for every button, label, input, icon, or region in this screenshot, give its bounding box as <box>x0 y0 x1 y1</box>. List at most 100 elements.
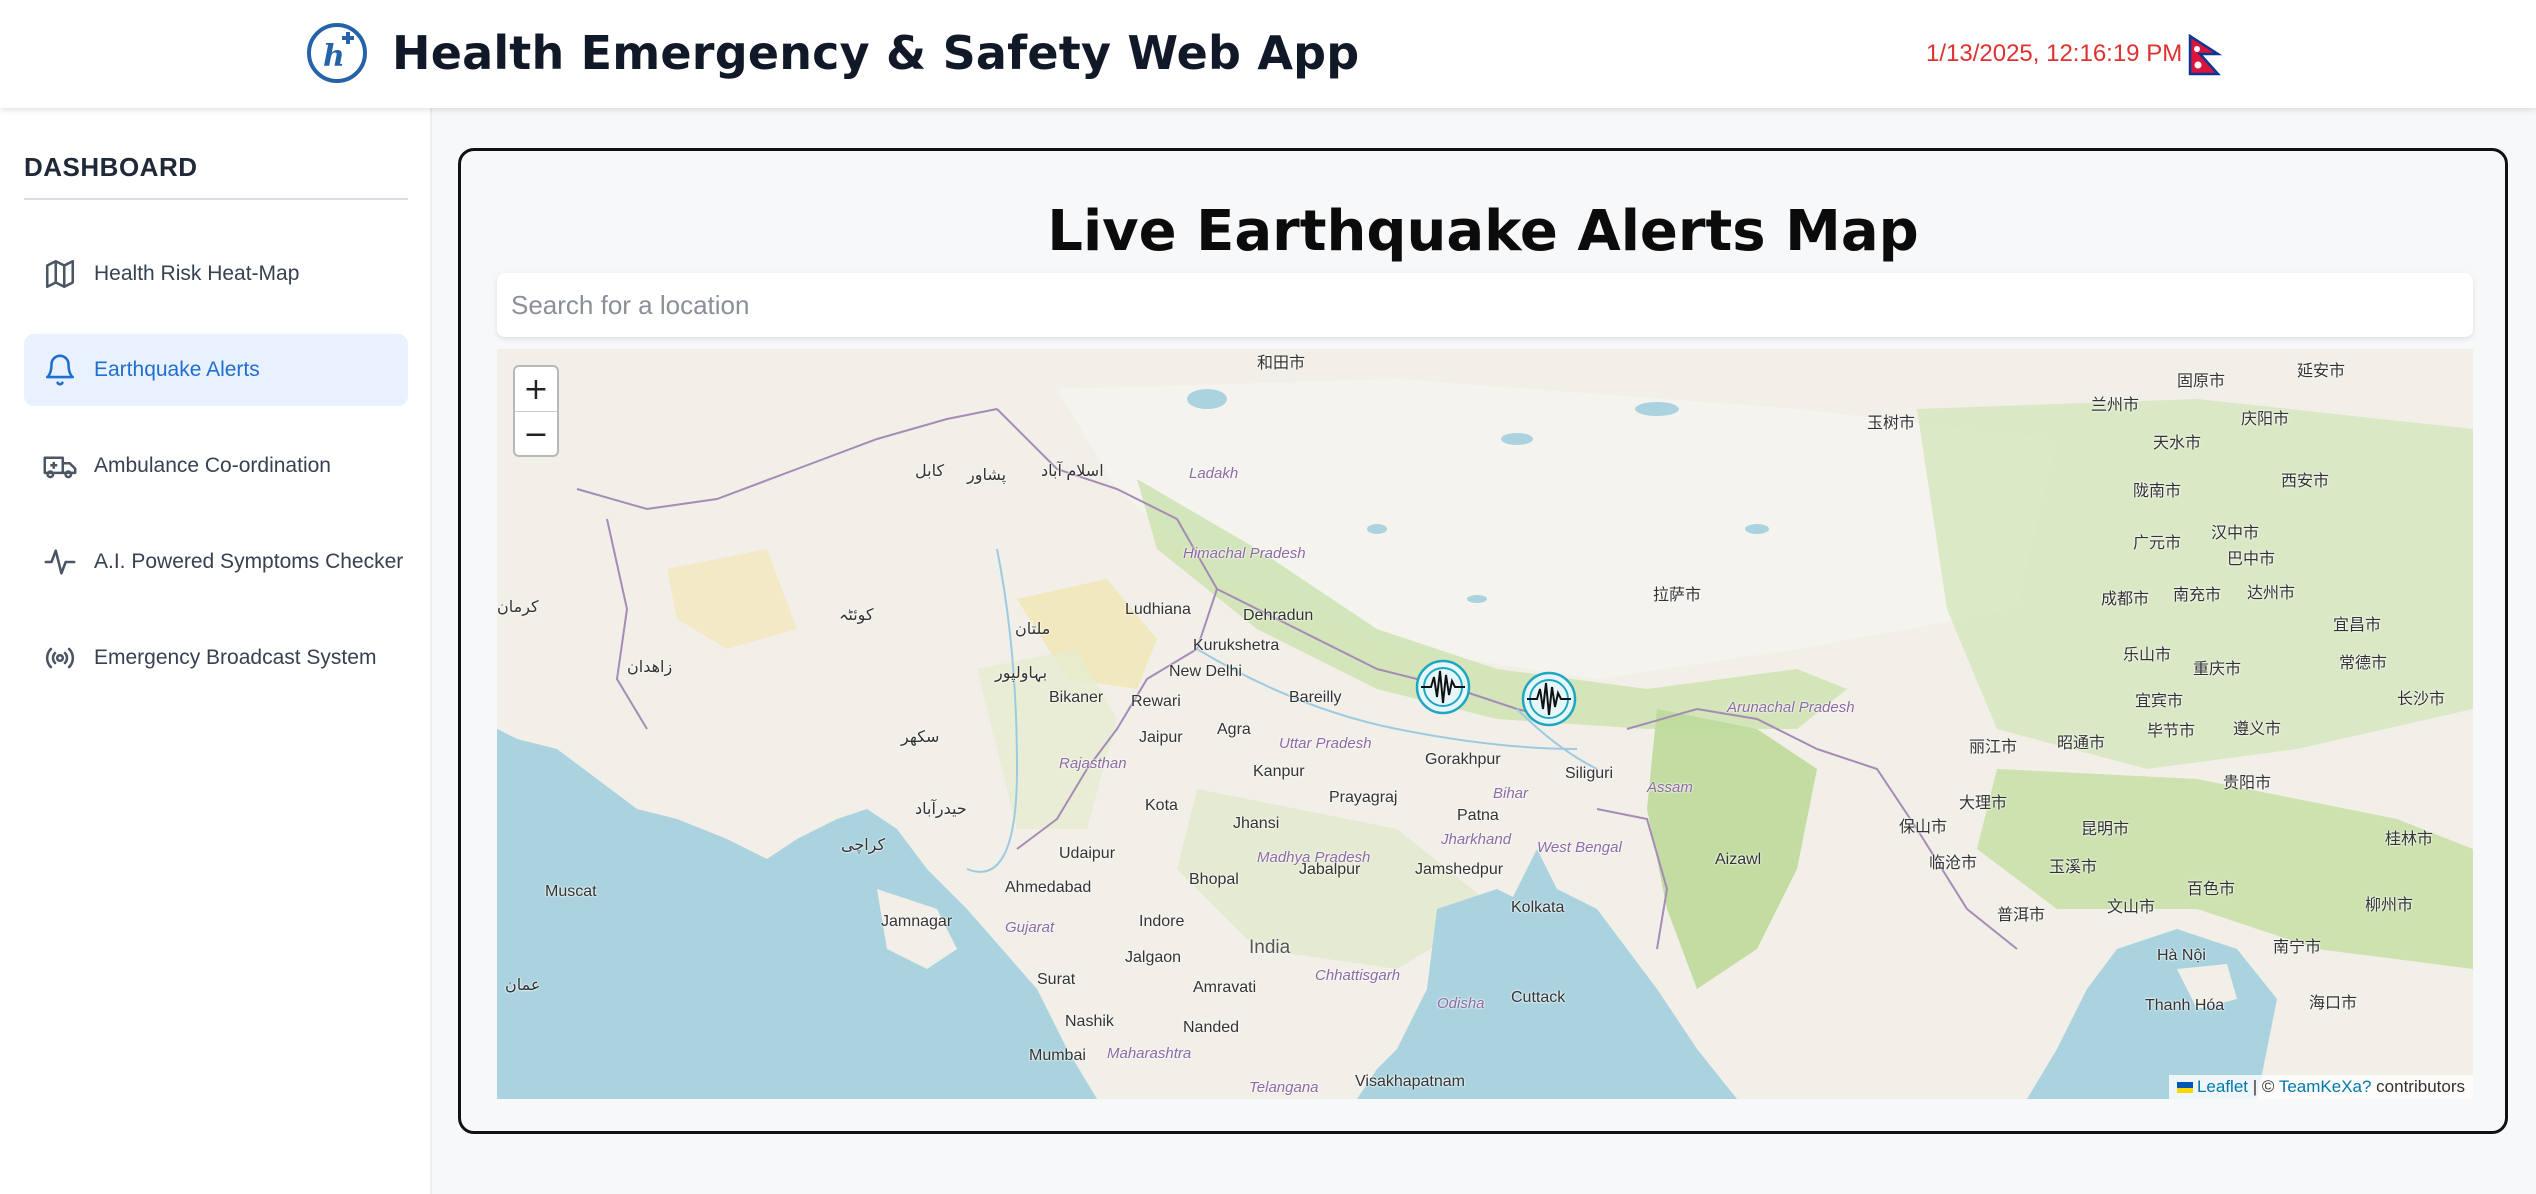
map-label: Visakhapatnam <box>1355 1073 1465 1090</box>
map-label: 毕节市 <box>2147 723 2196 740</box>
map-label: Agra <box>1217 721 1251 738</box>
map-label: 文山市 <box>2107 899 2156 916</box>
map-label: حیدرآباد <box>915 801 967 818</box>
map-label: Aizawl <box>1715 851 1762 868</box>
earthquake-map-card: Live Earthquake Alerts Map Search for a … <box>458 148 2508 1134</box>
earthquake-marker-2[interactable] <box>1521 671 1577 727</box>
map-label: 成都市 <box>2101 591 2150 608</box>
map-label: Uttar Pradesh <box>1279 735 1372 752</box>
map-label: Kurukshetra <box>1193 637 1280 654</box>
map-label: Jaipur <box>1139 729 1183 746</box>
page-title: Live Earthquake Alerts Map <box>1047 199 1919 264</box>
map-label: Nashik <box>1065 1013 1114 1030</box>
map-label: 南宁市 <box>2273 939 2322 956</box>
map-label: Cuttack <box>1511 989 1566 1006</box>
ukraine-flag-icon <box>2176 1082 2193 1094</box>
map-label: کابل <box>915 463 945 480</box>
sidebar-item-label: A.I. Powered Symptoms Checker <box>94 550 404 573</box>
attribution-suffix: contributors <box>2371 1077 2465 1096</box>
map-label: Surat <box>1037 971 1076 988</box>
map-label: 宜昌市 <box>2333 617 2382 634</box>
map-label: 陇南市 <box>2133 483 2182 500</box>
map-label: 拉萨市 <box>1653 587 1702 604</box>
earthquake-marker-1[interactable] <box>1415 659 1471 715</box>
sidebar-item-earthquake-alerts[interactable]: Earthquake Alerts <box>24 334 408 406</box>
leaflet-link[interactable]: Leaflet <box>2197 1077 2248 1096</box>
seismograph-icon <box>1415 659 1471 715</box>
map-label: 延安市 <box>2297 363 2346 380</box>
broadcast-icon <box>40 638 80 678</box>
map-label: 玉溪市 <box>2049 859 2098 876</box>
map-label: 西安市 <box>2281 473 2330 490</box>
map-label: Ludhiana <box>1125 601 1191 618</box>
map-label: عمان <box>505 977 541 994</box>
app-title: Health Emergency & Safety Web App <box>392 26 1360 80</box>
app-header: h Health Emergency & Safety Web App 1/13… <box>0 0 2536 108</box>
zoom-in-button[interactable]: + <box>515 367 557 412</box>
sidebar-item-label: Ambulance Co-ordination <box>94 454 331 477</box>
map-label: 保山市 <box>1899 819 1948 836</box>
map-label: Jhansi <box>1233 815 1280 832</box>
map-label: Bareilly <box>1289 689 1342 706</box>
nepal-flag-icon <box>2188 34 2222 76</box>
attribution-separator: | © <box>2248 1077 2279 1096</box>
map-label: Siliguri <box>1565 765 1614 782</box>
bell-icon <box>40 350 80 390</box>
zoom-out-button[interactable]: − <box>515 412 557 456</box>
sidebar-item-label: Earthquake Alerts <box>94 358 260 381</box>
map-label: 昭通市 <box>2057 735 2106 752</box>
osm-link[interactable]: TeamKeXa? <box>2279 1077 2372 1096</box>
map-label: 巴中市 <box>2227 551 2276 568</box>
map-label: Maharashtra <box>1107 1045 1192 1062</box>
map-label: Bhopal <box>1189 871 1239 888</box>
map-label: 长沙市 <box>2397 691 2446 708</box>
map-label: Dehradun <box>1243 607 1314 624</box>
map-label: 和田市 <box>1257 355 1306 372</box>
sidebar-item-symptoms-checker[interactable]: A.I. Powered Symptoms Checker <box>24 526 408 598</box>
map-label: Bihar <box>1493 785 1529 802</box>
map-label: Assam <box>1647 779 1693 796</box>
map-label: Madhya Pradesh <box>1257 849 1371 866</box>
map-label: 昆明市 <box>2081 821 2130 838</box>
sidebar-item-emergency-broadcast[interactable]: Emergency Broadcast System <box>24 622 408 694</box>
map-label: بہاولپور <box>995 665 1048 682</box>
map-label: 广元市 <box>2133 535 2182 552</box>
map-label: Nanded <box>1183 1019 1240 1036</box>
map-label: Thanh Hóa <box>2145 997 2225 1014</box>
map-label: 重庆市 <box>2193 661 2242 678</box>
map-label: 桂林市 <box>2385 831 2434 848</box>
map-label: 宜宾市 <box>2135 693 2184 710</box>
map-label: Ladakh <box>1189 465 1239 482</box>
activity-icon <box>40 542 80 582</box>
map-label: West Bengal <box>1537 839 1622 856</box>
map-label: Jalgaon <box>1125 949 1182 966</box>
map-label: Mumbai <box>1029 1047 1086 1064</box>
sidebar-item-label: Emergency Broadcast System <box>94 646 377 669</box>
map-label: Kolkata <box>1511 899 1565 916</box>
location-search-input[interactable] <box>497 273 2473 337</box>
svg-text:h: h <box>323 39 345 74</box>
map-label: 贵阳市 <box>2223 775 2272 792</box>
sidebar-item-health-risk-heat-map[interactable]: Health Risk Heat-Map <box>24 238 408 310</box>
map-label: Rewari <box>1131 693 1181 710</box>
map-attribution: Leaflet | © TeamKeXa? contributors <box>2168 1075 2473 1099</box>
map-label: Kota <box>1145 797 1178 814</box>
earthquake-map[interactable]: Ludhiana Dehradun Kurukshetra New Delhi Bika… <box>497 349 2473 1099</box>
map-label: 柳州市 <box>2365 897 2414 914</box>
map-label: زاهدان <box>627 659 673 676</box>
map-label: Amravati <box>1193 979 1257 996</box>
sidebar-item-label: Health Risk Heat-Map <box>94 262 300 285</box>
map-label: Chhattisgarh <box>1315 967 1401 984</box>
map-label: کوئٹہ <box>839 607 874 624</box>
map-label: Arunachal Pradesh <box>1727 699 1855 716</box>
sidebar-item-ambulance-coordination[interactable]: Ambulance Co-ordination <box>24 430 408 502</box>
map-label: New Delhi <box>1169 663 1242 680</box>
map-label: Muscat <box>545 883 597 900</box>
ambulance-icon <box>40 446 80 486</box>
map-label: 海口市 <box>2309 995 2358 1012</box>
map-label: 南充市 <box>2173 587 2222 604</box>
health-plus-logo-icon[interactable]: h <box>306 22 368 84</box>
zoom-control: + − <box>513 365 559 457</box>
map-label: Udaipur <box>1059 845 1116 862</box>
map-label: Gujarat <box>1005 919 1055 936</box>
